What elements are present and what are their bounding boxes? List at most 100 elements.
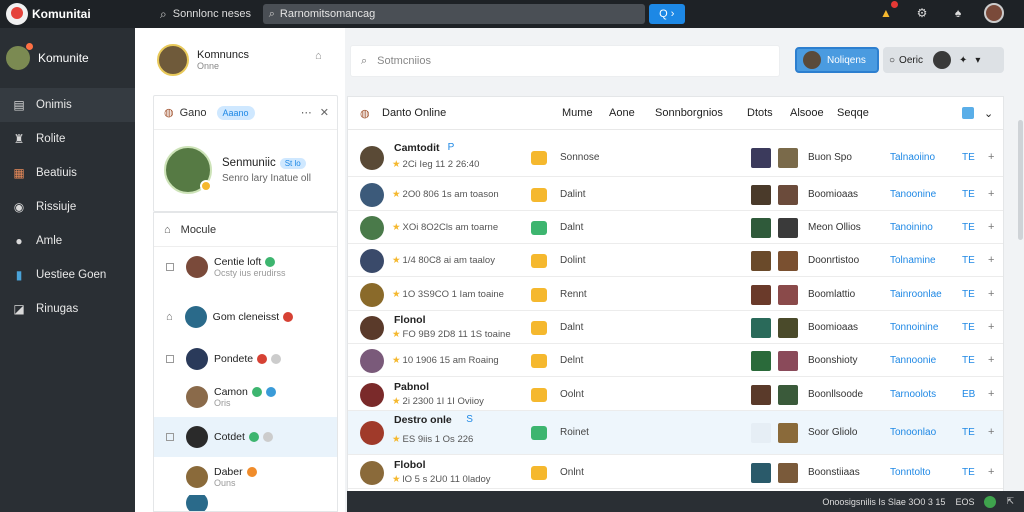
profile-link[interactable]: Talnaoiino [890, 152, 935, 163]
profile-link[interactable]: Tannoonie [890, 355, 936, 366]
sidebar-item-2[interactable]: ▦ Beatiuis [0, 156, 135, 190]
add-icon[interactable]: + [988, 321, 994, 333]
game-thumbnail[interactable] [778, 318, 798, 338]
sidebar-item-5[interactable]: ▮ Uestiee Goen [0, 258, 135, 292]
search-icon[interactable]: ⌕ [160, 7, 167, 22]
sidebar-item-1[interactable]: ♜ Rolite [0, 122, 135, 156]
user-avatar[interactable] [984, 3, 1004, 23]
sidebar-item-3[interactable]: ◉ Rissiuje [0, 190, 135, 224]
game-thumbnail[interactable] [751, 385, 771, 405]
column-header[interactable]: Aone [609, 107, 635, 119]
player-avatar[interactable] [360, 316, 384, 340]
add-icon[interactable]: + [988, 288, 994, 300]
friend-row[interactable] [154, 495, 337, 511]
game-thumbnail[interactable] [778, 185, 798, 205]
table-row[interactable]: Destro onle S ★ ES 9iis 1 Os 226 Roinet S… [348, 411, 1003, 455]
add-icon[interactable]: + [988, 254, 994, 266]
player-avatar[interactable] [360, 216, 384, 240]
profile-link[interactable]: Tonntolto [890, 467, 931, 478]
expand-icon[interactable]: ⇱ [1006, 496, 1014, 507]
sidebar-item-0[interactable]: ▤ Onimis [0, 88, 135, 122]
game-thumbnail[interactable] [751, 318, 771, 338]
player-name[interactable]: Flobol [394, 459, 426, 471]
profile-avatar[interactable] [164, 146, 212, 194]
player-avatar[interactable] [360, 146, 384, 170]
table-row[interactable]: Camtodit P ★ 2Ci Ieg 11 2 26:40 Sonnose B… [348, 139, 1003, 177]
table-row[interactable]: Flonol ★ FO 9B9 2D8 11 1S toaine Dalnt Bo… [348, 311, 1003, 344]
profile-link[interactable]: Tainroonlae [890, 289, 942, 300]
game-thumbnail[interactable] [751, 285, 771, 305]
notification-bell-icon[interactable]: ▲ [876, 1, 898, 23]
friend-row[interactable]: Centie loft Ocsty ius erudirss [154, 247, 337, 287]
game-thumbnail[interactable] [751, 218, 771, 238]
player-avatar[interactable] [360, 249, 384, 273]
add-icon[interactable]: + [988, 188, 994, 200]
game-thumbnail[interactable] [778, 148, 798, 168]
add-icon[interactable]: + [988, 354, 994, 366]
game-thumbnail[interactable] [751, 148, 771, 168]
settings-gear-icon[interactable]: ⚙ [912, 3, 932, 23]
friend-row[interactable]: Camon Oris [154, 377, 337, 417]
column-header[interactable]: Dtots [747, 107, 773, 119]
top-search-input[interactable]: ⌕ Rarnomitsomancag [262, 4, 645, 24]
profile-link[interactable]: Tonnoinine [890, 322, 938, 333]
player-avatar[interactable] [360, 349, 384, 373]
game-thumbnail[interactable] [751, 423, 771, 443]
game-thumbnail[interactable] [778, 285, 798, 305]
profile-link[interactable]: Tonoonlao [890, 427, 936, 438]
player-name[interactable]: Destro onle [394, 414, 452, 426]
game-thumbnail[interactable] [751, 463, 771, 483]
panel-user[interactable]: Komnuncs Onne [157, 44, 249, 76]
search-scope-label[interactable]: Sonnlonc neses [173, 8, 263, 20]
game-thumbnail[interactable] [778, 218, 798, 238]
column-header[interactable]: Sonnborgnios [655, 107, 723, 119]
controller-icon[interactable]: ⌂ [315, 50, 322, 62]
player-avatar[interactable] [360, 283, 384, 307]
game-thumbnail[interactable] [778, 463, 798, 483]
game-thumbnail[interactable] [778, 385, 798, 405]
table-row[interactable]: ★ 2O0 806 1s am toason Dalint Boomioaas T… [348, 178, 1003, 211]
app-logo[interactable]: Komunitai [0, 3, 150, 25]
table-row[interactable]: Pabnol ★ 2i 2300 1I 1I Oviioy Oolnt Boonl… [348, 378, 1003, 411]
table-row[interactable]: ★ 10 1906 15 am Roaing Delnt Boonshioty T… [348, 344, 1003, 377]
game-thumbnail[interactable] [751, 351, 771, 371]
profile-link[interactable]: Tolnamine [890, 255, 936, 266]
friend-checkbox[interactable] [166, 263, 174, 271]
player-name[interactable]: Pabnol [394, 381, 429, 393]
sidebar-item-6[interactable]: ◪ Rinugas [0, 292, 135, 326]
player-avatar[interactable] [360, 421, 384, 445]
sidebar-item-4[interactable]: ● Amle [0, 224, 135, 258]
friend-row[interactable]: Cotdet [154, 417, 337, 457]
column-header[interactable]: Seqqe [837, 107, 869, 119]
sidebar-brand[interactable]: Komunite [0, 28, 135, 88]
scrollbar[interactable] [1018, 120, 1023, 240]
search-submit-button[interactable]: Q › [648, 4, 685, 24]
more-icon[interactable]: ⋯ [301, 106, 312, 119]
add-icon[interactable]: + [988, 388, 994, 400]
friend-row[interactable]: ⌂ Gom cleneisst [154, 297, 337, 337]
profile-link[interactable]: Tarnoolots [890, 389, 936, 400]
friend-row[interactable]: Pondete [154, 339, 337, 379]
game-thumbnail[interactable] [751, 251, 771, 271]
chevron-down-icon[interactable]: ⌄ [984, 107, 993, 120]
player-name[interactable]: Flonol [394, 314, 426, 326]
game-thumbnail[interactable] [778, 423, 798, 443]
profile-link[interactable]: Tanoonine [890, 189, 936, 200]
friend-checkbox[interactable] [166, 355, 174, 363]
friend-checkbox[interactable] [166, 433, 174, 441]
add-icon[interactable]: + [988, 466, 994, 478]
primary-action-button[interactable]: Noliqens [795, 47, 879, 73]
table-row[interactable]: ★ 1O 3S9CO 1 Iam toaine Rennt Boomlattio … [348, 278, 1003, 311]
column-header[interactable]: Alsooe [790, 107, 824, 119]
player-name[interactable]: Camtodit [394, 142, 440, 154]
spade-icon[interactable]: ♠ [948, 3, 968, 23]
table-row[interactable]: ★ XOi 8O2Cls am toarne Dalnt Meon Ollios … [348, 211, 1003, 244]
view-toggle-icon[interactable] [962, 107, 974, 119]
add-icon[interactable]: + [988, 151, 994, 163]
profile-link[interactable]: Tanoinino [890, 222, 933, 233]
player-avatar[interactable] [360, 383, 384, 407]
game-thumbnail[interactable] [751, 185, 771, 205]
table-row[interactable]: ★ 1/4 80C8 ai am taaloy Dolint Doonrtisto… [348, 244, 1003, 277]
close-icon[interactable]: ✕ [320, 106, 329, 119]
player-avatar[interactable] [360, 183, 384, 207]
